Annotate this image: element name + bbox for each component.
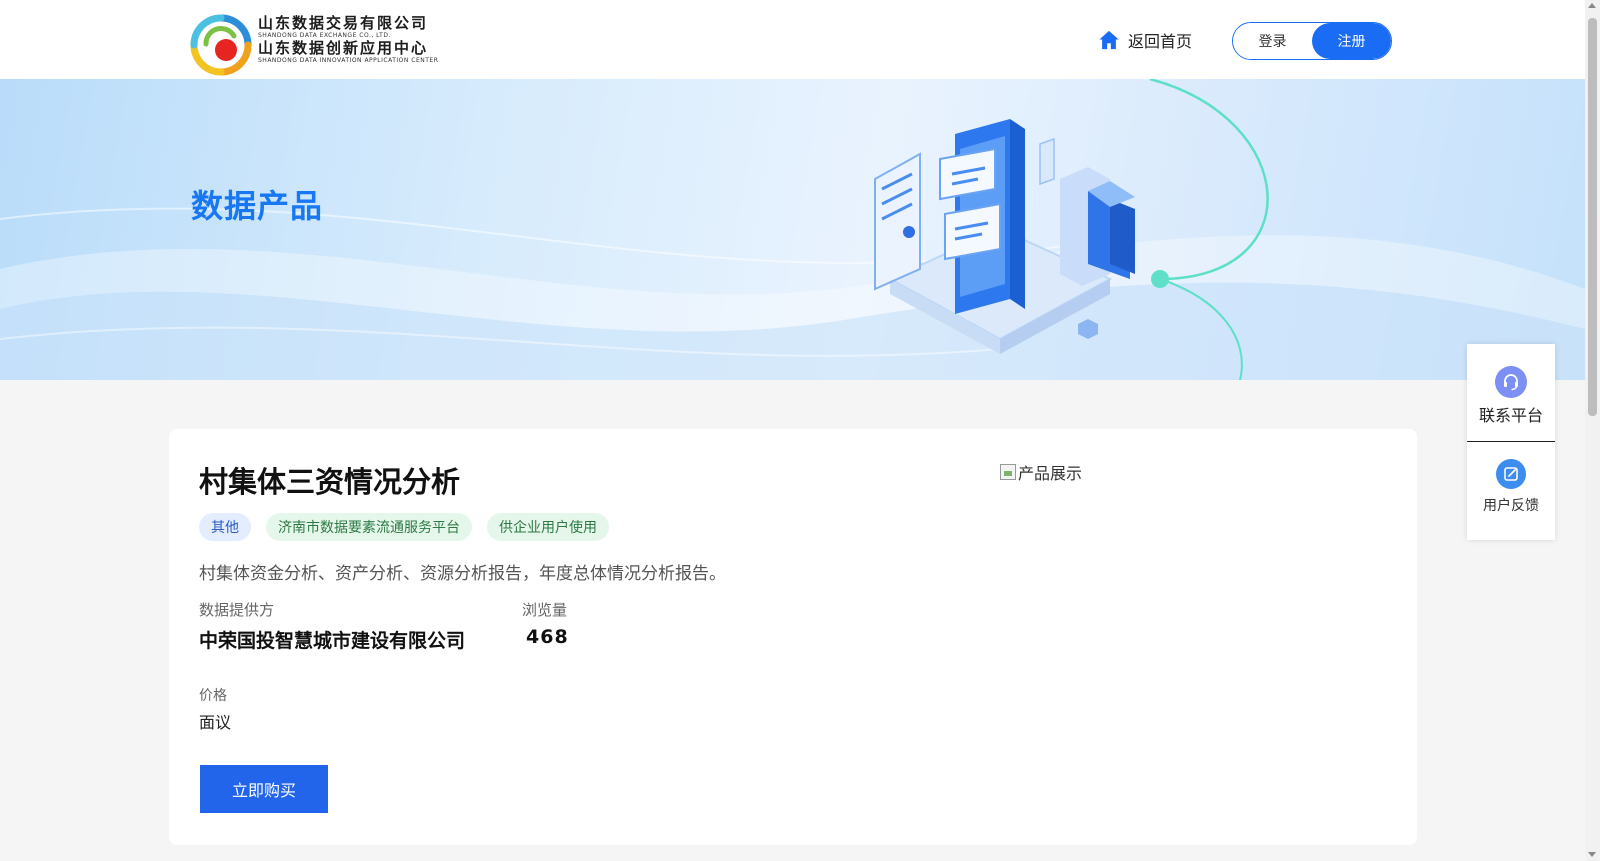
- scrollbar-thumb[interactable]: [1588, 18, 1597, 416]
- tag-category: 其他: [199, 513, 251, 541]
- floating-side-panel: 联系平台 用户反馈: [1467, 344, 1555, 540]
- site-logo[interactable]: 山东数据交易有限公司 SHANDONG DATA EXCHANGE CO., L…: [190, 12, 450, 76]
- logo-line2-en: SHANDONG DATA INNOVATION APPLICATION CEN…: [258, 57, 439, 64]
- user-feedback-label: 用户反馈: [1483, 498, 1539, 514]
- side-panel-divider: [1467, 441, 1555, 442]
- product-image-alt: 产品展示: [1018, 464, 1083, 483]
- page-title: 数据产品: [191, 187, 324, 225]
- price-value: 面议: [199, 713, 232, 732]
- broken-image-icon: [1000, 464, 1016, 480]
- tag-platform: 济南市数据要素流通服务平台: [266, 513, 472, 541]
- home-link-label: 返回首页: [1128, 32, 1193, 51]
- price-label: 价格: [199, 688, 227, 704]
- logo-line2-cn: 山东数据创新应用中心: [258, 39, 429, 57]
- views-label: 浏览量: [522, 601, 568, 619]
- views-value: 468: [526, 626, 569, 648]
- logo-line1-cn: 山东数据交易有限公司: [258, 14, 429, 32]
- register-button[interactable]: 注册: [1312, 23, 1391, 59]
- edit-icon: [1496, 459, 1526, 489]
- page-scrollbar[interactable]: [1585, 0, 1600, 861]
- tag-usage: 供企业用户使用: [487, 513, 609, 541]
- page-banner: 数据产品: [0, 79, 1585, 380]
- scroll-up-arrow-icon[interactable]: [1588, 3, 1596, 8]
- login-button[interactable]: 登录: [1233, 23, 1312, 59]
- scroll-down-arrow-icon[interactable]: [1588, 852, 1596, 857]
- product-title: 村集体三资情况分析: [199, 465, 461, 499]
- auth-button-group: 登录 注册: [1232, 22, 1392, 60]
- headset-icon: [1495, 366, 1527, 398]
- product-image: 产品展示: [1000, 460, 1082, 484]
- provider-label: 数据提供方: [199, 601, 275, 619]
- logo-mark-icon: [190, 14, 252, 76]
- product-description: 村集体资金分析、资产分析、资源分析报告，年度总体情况分析报告。: [199, 564, 726, 584]
- user-feedback-button[interactable]: 用户反馈: [1467, 459, 1555, 515]
- contact-platform-button[interactable]: 联系平台: [1467, 366, 1555, 426]
- product-card: 村集体三资情况分析 其他 济南市数据要素流通服务平台 供企业用户使用 村集体资金…: [169, 429, 1417, 845]
- banner-wave-background: [0, 207, 1585, 380]
- data-product-illustration: [874, 79, 1269, 380]
- provider-value: 中荣国投智慧城市建设有限公司: [199, 630, 466, 652]
- home-icon: [1099, 30, 1119, 50]
- product-tags: 其他 济南市数据要素流通服务平台 供企业用户使用: [199, 513, 609, 541]
- contact-platform-label: 联系平台: [1478, 406, 1543, 425]
- top-header: 山东数据交易有限公司 SHANDONG DATA EXCHANGE CO., L…: [0, 0, 1585, 79]
- logo-text: 山东数据交易有限公司 SHANDONG DATA EXCHANGE CO., L…: [258, 15, 458, 65]
- buy-now-button[interactable]: 立即购买: [200, 765, 328, 813]
- home-link[interactable]: 返回首页: [1098, 27, 1192, 53]
